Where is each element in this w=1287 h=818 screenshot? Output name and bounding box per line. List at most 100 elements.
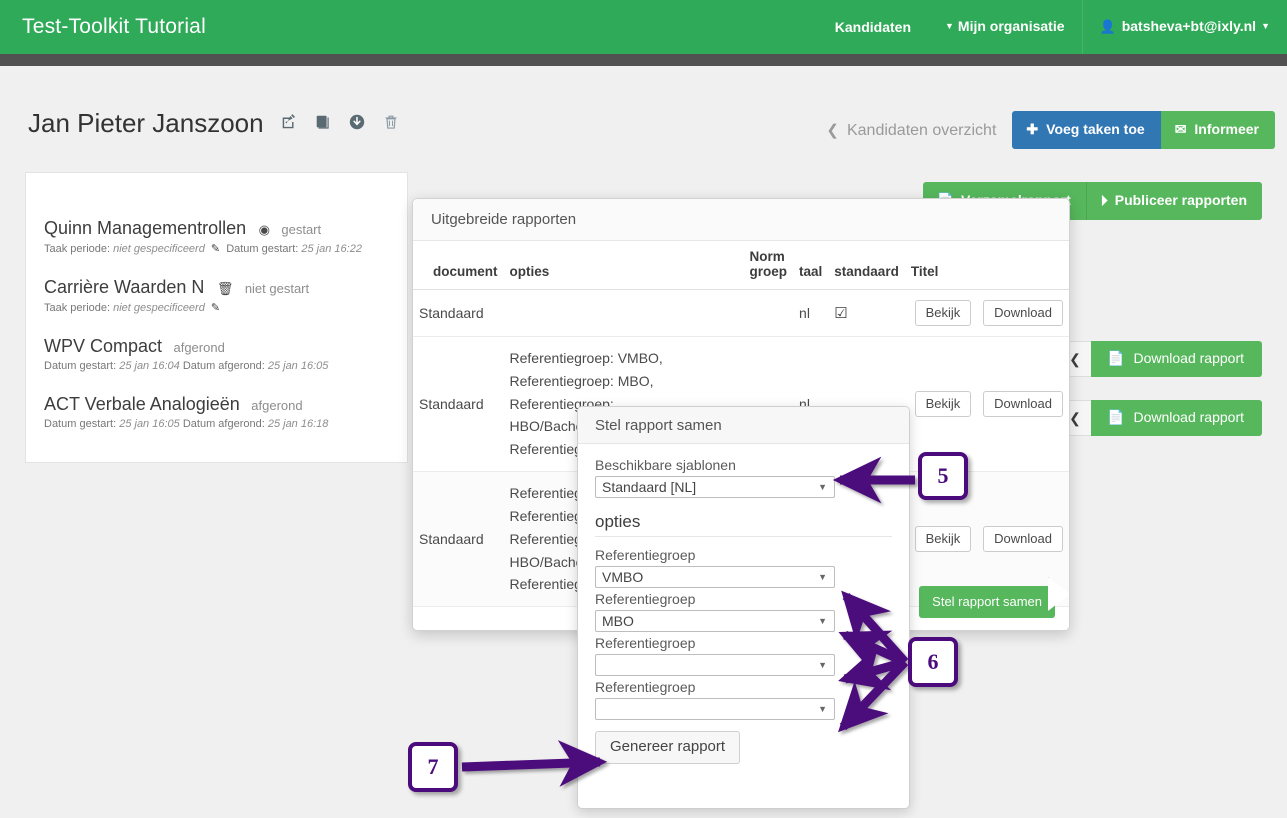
generate-report-button[interactable]: Genereer rapport <box>595 731 741 764</box>
norm-line1: Norm <box>749 249 785 264</box>
trash-icon[interactable] <box>382 113 400 134</box>
nav-item-kandidaten[interactable]: Kandidaten <box>818 0 928 54</box>
view-button[interactable]: Bekijk <box>914 526 972 553</box>
publish-reports-label: Publiceer rapporten <box>1114 192 1247 208</box>
task-meta-value: 25 jan 16:04 <box>119 360 180 372</box>
back-to-candidates-link[interactable]: ❮ Kandidaten overzicht <box>826 121 996 140</box>
chevron-down-icon: ▼ <box>818 572 827 582</box>
list-item: Carrière Waarden N 🗑 niet gestart Taak p… <box>44 277 424 314</box>
task-title: Quinn Managementrollen <box>44 218 247 238</box>
chevron-down-icon: ▼ <box>818 616 827 626</box>
task-header: Quinn Managementrollen ◉ gestart <box>44 218 424 239</box>
checkbox-checked-icon: ☑ <box>834 305 848 322</box>
norm-line2: groep <box>749 264 788 279</box>
task-status: gestart <box>281 222 322 237</box>
download-report-row: ❮ 📄 Download rapport <box>1058 400 1262 436</box>
chevron-down-icon: ▼ <box>1261 21 1270 31</box>
reference-group-value-2: MBO <box>602 613 634 629</box>
task-meta: Datum gestart: 25 jan 16:05 Datum afgero… <box>44 418 424 430</box>
task-status: afgerond <box>251 398 303 413</box>
callout-6: 6 <box>908 637 958 687</box>
task-header: Carrière Waarden N 🗑 niet gestart <box>44 277 424 298</box>
download-report-button[interactable]: 📄 Download rapport <box>1091 400 1262 436</box>
add-tasks-button[interactable]: ✚ Voeg taken toe <box>1012 111 1161 149</box>
edit-icon[interactable]: ✎ <box>211 302 220 314</box>
view-button[interactable]: Bekijk <box>914 391 972 418</box>
download-report-button[interactable]: 📄 Download rapport <box>1091 341 1262 377</box>
tasks-list: Quinn Managementrollen ◉ gestart Taak pe… <box>44 218 424 452</box>
trash-icon[interactable]: 🗑 <box>217 281 234 296</box>
column-header-opties: opties <box>509 264 550 279</box>
nav-item-user-menu[interactable]: 👤 batsheva+bt@ixly.nl ▼ <box>1083 0 1287 55</box>
callout-5: 5 <box>918 452 968 500</box>
callout-6-number: 6 <box>927 649 939 674</box>
template-select[interactable]: Standaard [NL] ▼ <box>595 476 835 498</box>
chevron-left-icon: ❮ <box>826 121 839 139</box>
task-meta-suffix: Datum gestart: <box>226 243 299 255</box>
compose-report-popover: Stel rapport samen Beschikbare sjablonen… <box>577 406 910 809</box>
task-meta: Taak periode: niet gespecificeerd ✎ Datu… <box>44 242 424 255</box>
task-title: Carrière Waarden N <box>44 277 205 297</box>
publish-icon: ⏵ <box>1100 192 1108 208</box>
download-button[interactable]: Download <box>983 526 1063 553</box>
task-meta: Datum gestart: 25 jan 16:04 Datum afgero… <box>44 360 424 372</box>
plus-icon: ✚ <box>1026 121 1039 137</box>
compose-report-button[interactable]: Stel rapport samen <box>919 586 1055 618</box>
reference-group-value-1: VMBO <box>602 569 644 585</box>
modal-title: Uitgebreide rapporten <box>413 199 1069 241</box>
cell-document: Standaard <box>413 471 504 608</box>
task-header: WPV Compact afgerond <box>44 336 424 357</box>
nav-item-mijn-organisatie-label: Mijn organisatie <box>957 18 1065 34</box>
callout-7: 7 <box>408 742 458 792</box>
task-meta: Taak periode: niet gespecificeerd ✎ <box>44 301 424 314</box>
task-meta-suffix: Datum afgerond: <box>182 360 265 372</box>
list-item: Quinn Managementrollen ◉ gestart Taak pe… <box>44 218 424 255</box>
chevron-down-icon: ▼ <box>818 660 827 670</box>
download-report-row: ❮ 📄 Download rapport <box>1058 341 1262 377</box>
download-button[interactable]: Download <box>983 391 1063 418</box>
page-title: Jan Pieter Janszoon <box>28 108 264 138</box>
task-status: niet gestart <box>244 281 310 296</box>
reference-group-select-2[interactable]: MBO ▼ <box>595 610 835 632</box>
callout-5-number: 5 <box>937 463 949 488</box>
task-meta-value: niet gespecificeerd <box>113 302 205 314</box>
chevron-down-icon: ▼ <box>818 482 827 492</box>
reference-group-label-1: Referentiegroep <box>595 547 696 563</box>
top-navbar: Test-Toolkit Tutorial Kandidaten ▼ Mijn o… <box>0 0 1287 54</box>
cell-actions: Bekijk Download <box>904 289 1069 337</box>
file-icon: 📄 <box>1107 409 1125 425</box>
navbar-underbar <box>0 54 1287 66</box>
column-header-standaard: standaard <box>834 264 899 279</box>
list-item: WPV Compact afgerond Datum gestart: 25 j… <box>44 336 424 372</box>
column-header-document: document <box>433 264 498 279</box>
view-button[interactable]: Bekijk <box>914 300 972 326</box>
task-meta-suffix-value: 25 jan 16:05 <box>267 360 329 372</box>
reference-group-label-3: Referentiegroep <box>595 635 696 651</box>
nav-item-mijn-organisatie[interactable]: ▼ Mijn organisatie <box>928 0 1082 55</box>
task-meta-suffix-value: 25 jan 16:22 <box>301 243 362 255</box>
edit-icon[interactable]: ✎ <box>211 243 220 255</box>
task-title: ACT Verbale Analogieën <box>44 394 240 414</box>
back-link-label: Kandidaten overzicht <box>846 121 997 139</box>
envelope-icon: ✉ <box>1174 121 1187 137</box>
reference-group-select-1[interactable]: VMBO ▼ <box>595 566 835 588</box>
reference-group-select-4[interactable]: ▼ <box>595 698 835 720</box>
publish-reports-button[interactable]: ⏵ Publiceer rapporten <box>1085 182 1262 220</box>
download-circle-icon[interactable] <box>348 113 366 134</box>
copy-icon[interactable] <box>314 113 332 134</box>
reference-group-label-2: Referentiegroep <box>595 591 696 607</box>
inform-button[interactable]: ✉ Informeer <box>1160 111 1275 149</box>
cell-norm-groep <box>743 289 794 337</box>
reference-group-select-3[interactable]: ▼ <box>595 654 835 676</box>
edit-icon[interactable] <box>280 113 298 134</box>
user-icon: 👤 <box>1099 19 1116 34</box>
caret-down-icon: ▼ <box>945 21 954 31</box>
modal-title-label: Uitgebreide rapporten <box>431 211 577 228</box>
list-item: ACT Verbale Analogieën afgerond Datum ge… <box>44 394 424 430</box>
task-meta-prefix: Datum gestart: <box>44 360 117 372</box>
reference-group-label-4: Referentiegroep <box>595 679 696 695</box>
task-title: WPV Compact <box>44 336 163 356</box>
download-button[interactable]: Download <box>983 300 1063 326</box>
table-header-row: document opties Norm groep taal standaar… <box>413 241 1069 290</box>
popover-title: Stel rapport samen <box>578 407 909 444</box>
